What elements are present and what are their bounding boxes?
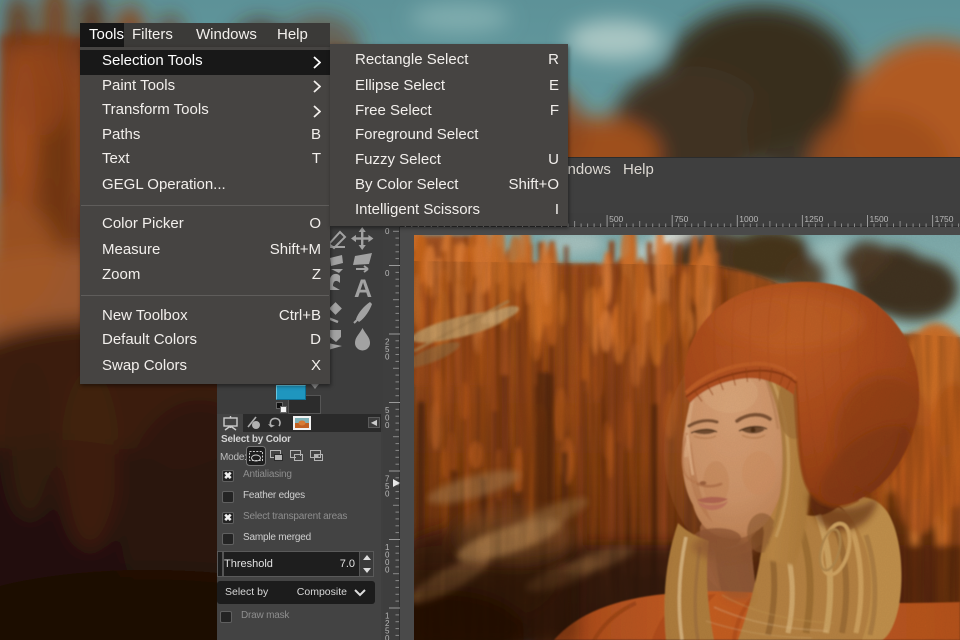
svg-text:0: 0 bbox=[385, 353, 390, 362]
svg-text:A: A bbox=[354, 275, 372, 303]
svg-text:1750: 1750 bbox=[935, 214, 954, 224]
svg-text:0: 0 bbox=[385, 269, 390, 278]
svg-text:0: 0 bbox=[385, 421, 390, 430]
svg-text:0: 0 bbox=[385, 566, 390, 575]
svg-text:0: 0 bbox=[385, 227, 390, 236]
svg-text:0: 0 bbox=[385, 490, 390, 499]
svg-text:1250: 1250 bbox=[804, 214, 823, 224]
svg-text:500: 500 bbox=[609, 214, 623, 224]
svg-text:1500: 1500 bbox=[870, 214, 889, 224]
svg-text:0: 0 bbox=[385, 634, 390, 640]
svg-text:1000: 1000 bbox=[739, 214, 758, 224]
svg-text:750: 750 bbox=[674, 214, 688, 224]
